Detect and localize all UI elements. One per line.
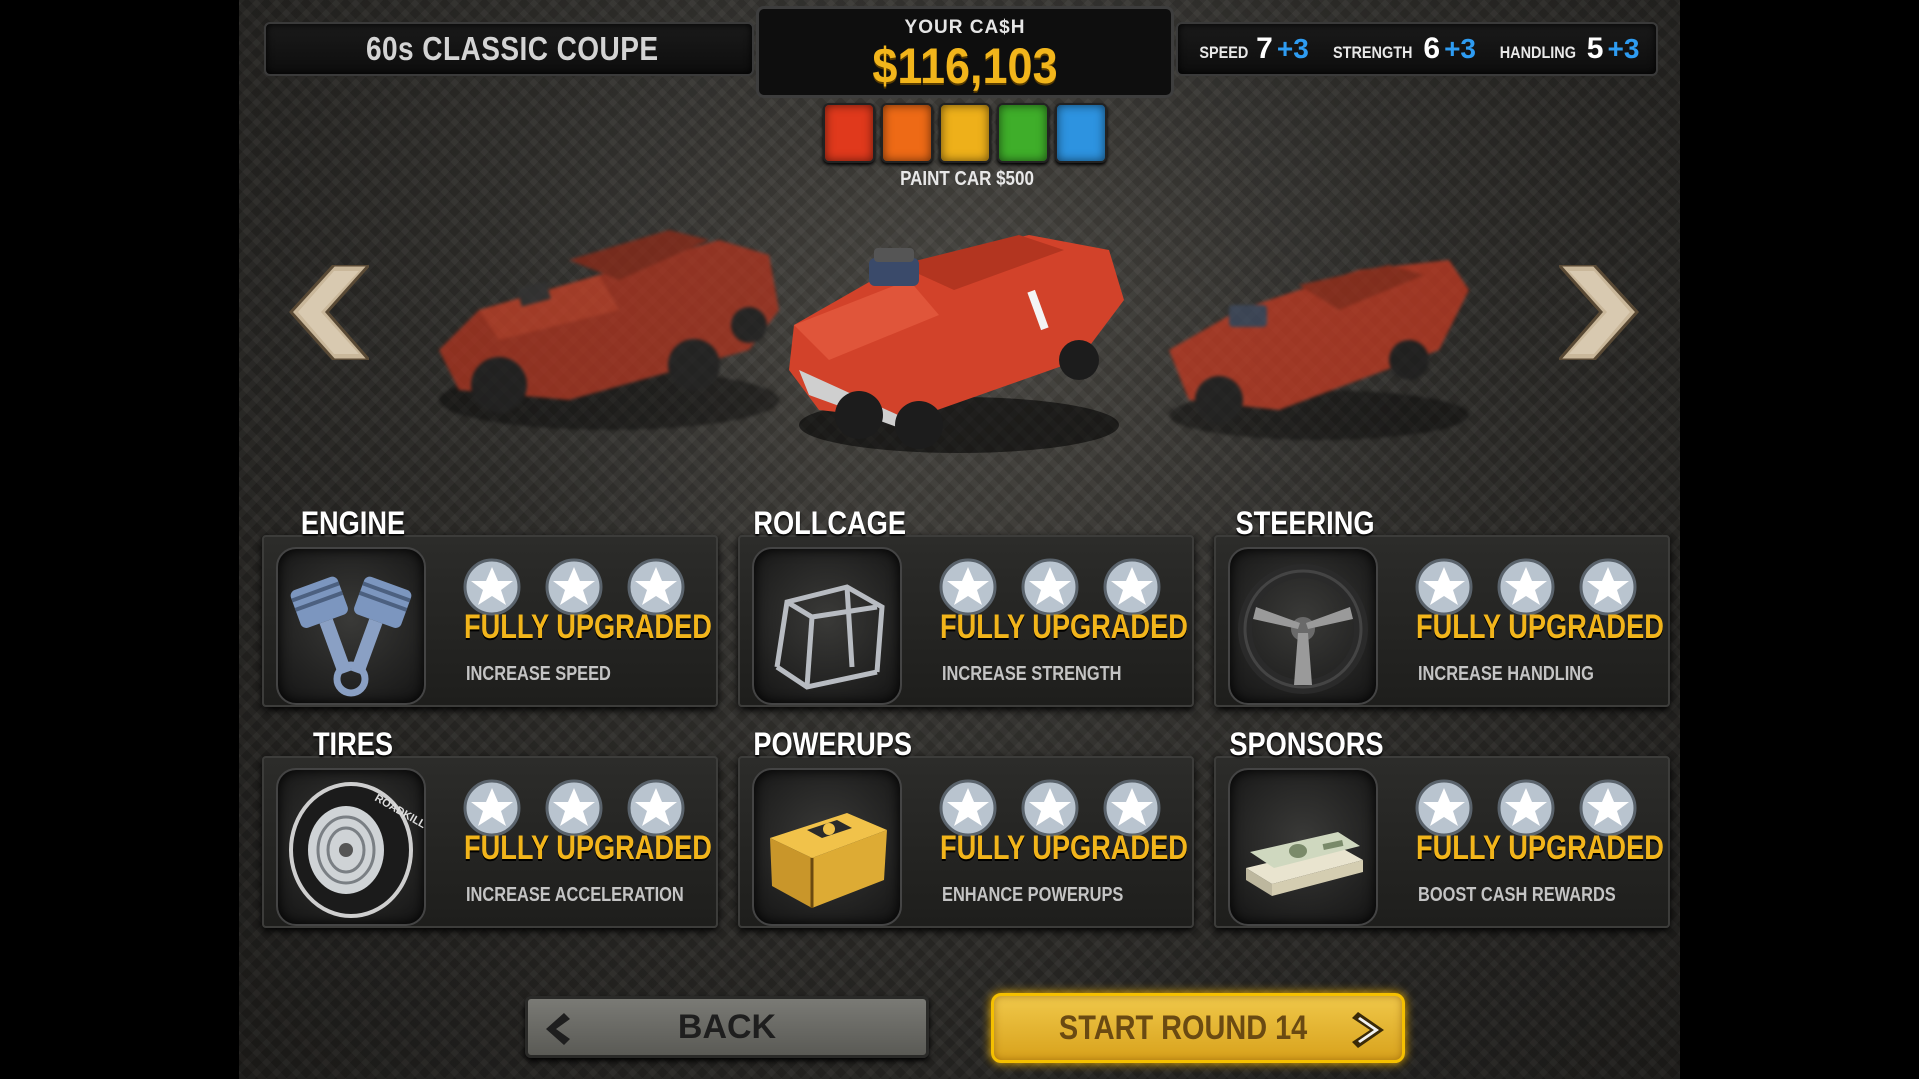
- upgrade-title: ENGINE: [300, 505, 406, 541]
- upgrade-title: TIRES: [312, 726, 394, 762]
- upgrade-description: ENHANCE POWERUPS: [942, 884, 1124, 906]
- upgrade-status: FULLY UPGRADED: [1416, 608, 1664, 646]
- car-classic-coupe[interactable]: [779, 220, 1139, 460]
- stat-bonus: +3: [1607, 33, 1640, 64]
- paint-swatch-green[interactable]: [997, 103, 1049, 163]
- stat-label: STRENGTH: [1332, 43, 1413, 62]
- stat-label: SPEED: [1198, 43, 1248, 62]
- rollcage-icon: [774, 584, 885, 690]
- start-round-label: START ROUND 14: [1058, 1008, 1308, 1047]
- paint-car-label: PAINT CAR $500: [900, 168, 1034, 190]
- paint-swatches: [823, 103, 1107, 163]
- tire-icon: ROADKILL: [289, 782, 426, 918]
- stat-speed: SPEED 7 +3: [1195, 32, 1309, 66]
- upgrade-title: ROLLCAGE: [753, 505, 906, 541]
- cash-stack-icon: [1246, 832, 1363, 896]
- stat-value: 5: [1586, 32, 1604, 65]
- upgrade-title: STEERING: [1235, 505, 1375, 541]
- upgrade-status: FULLY UPGRADED: [464, 829, 712, 867]
- paint-swatch-orange[interactable]: [881, 103, 933, 163]
- car-pickup-truck[interactable]: [419, 200, 799, 440]
- paint-swatch-yellow[interactable]: [939, 103, 991, 163]
- paint-swatch-blue[interactable]: [1055, 103, 1107, 163]
- upgrade-powerups: POWERUPS FULLY UPGRADED ENHANCE POWERUPS: [730, 726, 1196, 934]
- upgrade-status: FULLY UPGRADED: [464, 608, 712, 646]
- paint-swatch-red[interactable]: [823, 103, 875, 163]
- stat-value: 7: [1256, 32, 1273, 65]
- cash-label: YOUR CA$H: [904, 17, 1026, 38]
- upgrade-engine: ENGINE FULLY UPGRADED INCREASE SPEED: [254, 505, 720, 713]
- cash-value: $116,103: [872, 38, 1058, 94]
- upgrade-description: INCREASE SPEED: [466, 663, 611, 685]
- car-name-bar: 60s CLASSIC COUPE: [264, 22, 754, 76]
- stats-bar: SPEED 7 +3 STRENGTH 6 +3 HANDLING 5 +3: [1176, 22, 1658, 76]
- upgrade-rollcage: ROLLCAGE FULLY UPGRADED INCREASE STRENGT…: [730, 505, 1196, 713]
- upgrade-status: FULLY UPGRADED: [940, 608, 1188, 646]
- start-round-button[interactable]: START ROUND 14: [991, 993, 1405, 1063]
- chevron-left-icon: [546, 1013, 570, 1045]
- garage-screen: 60s CLASSIC COUPE YOUR CA$H $116,103 SPE…: [239, 0, 1680, 1079]
- stat-value: 6: [1423, 32, 1441, 65]
- pistons-icon: [290, 576, 412, 697]
- car-muscle-sedan[interactable]: [1159, 230, 1479, 450]
- chevron-right-icon: [1352, 1012, 1384, 1048]
- upgrade-description: BOOST CASH REWARDS: [1418, 884, 1616, 906]
- chevron-right-icon[interactable]: [1559, 265, 1639, 360]
- upgrade-sponsors: SPONSORS FULLY UPGRADED BOOST CASH REWAR…: [1206, 726, 1672, 934]
- upgrade-tires: ROADKILL TIRES FULLY UPGRADED INCREASE A…: [254, 726, 720, 934]
- stat-label: HANDLING: [1499, 43, 1577, 62]
- steering-wheel-icon: [1238, 564, 1368, 694]
- upgrade-description: INCREASE ACCELERATION: [466, 884, 684, 906]
- stat-bonus: +3: [1276, 33, 1309, 64]
- upgrade-steering: STEERING FULLY UPGRADED INCREASE HANDLIN…: [1206, 505, 1672, 713]
- upgrade-description: INCREASE HANDLING: [1418, 663, 1594, 685]
- upgrade-title: POWERUPS: [753, 726, 913, 762]
- upgrade-status: FULLY UPGRADED: [940, 829, 1188, 867]
- back-button-label: BACK: [677, 1007, 777, 1046]
- stat-handling: HANDLING 5 +3: [1493, 32, 1640, 66]
- stat-bonus: +3: [1444, 33, 1476, 64]
- crate-icon: [770, 813, 887, 908]
- upgrade-description: INCREASE STRENGTH: [942, 663, 1122, 685]
- cash-display: YOUR CA$H $116,103: [756, 6, 1174, 98]
- car-name: 60s CLASSIC COUPE: [366, 30, 659, 67]
- back-button[interactable]: BACK: [525, 996, 929, 1058]
- stat-strength: STRENGTH 6 +3: [1326, 32, 1476, 66]
- upgrade-status: FULLY UPGRADED: [1416, 829, 1664, 867]
- chevron-left-icon[interactable]: [289, 265, 369, 360]
- upgrade-title: SPONSORS: [1229, 726, 1384, 762]
